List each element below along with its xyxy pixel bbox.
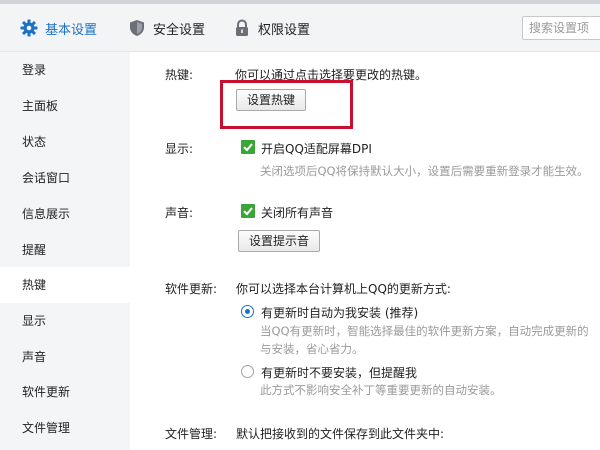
mute-all-checkbox[interactable] [241, 204, 255, 218]
sidebar-item-main-panel[interactable]: 主面板 [0, 88, 130, 124]
set-sound-button[interactable]: 设置提示音 [238, 230, 321, 252]
sidebar-item-login[interactable]: 登录 [0, 52, 130, 88]
tab-label: 基本设置 [45, 22, 98, 38]
auto-install-hint-line2: 与安装，省心省力。 [260, 342, 364, 356]
update-label: 软件更新: [165, 282, 218, 296]
sound-label: 声音: [165, 206, 194, 220]
update-description: 你可以选择本台计算机上QQ的更新方式: [236, 282, 451, 296]
shield-icon [130, 20, 144, 36]
top-tab-bar: 基本设置 安全设置 权限设置 [0, 0, 600, 52]
dpi-checkbox[interactable] [241, 140, 255, 154]
sidebar-item-software-update[interactable]: 软件更新 [0, 374, 130, 410]
dpi-checkbox-label: 开启QQ适配屏幕DPI [261, 142, 372, 156]
auto-install-hint-line1: 当QQ有更新时，智能选择最佳的软件更新方案，自动完成更新的 [260, 324, 589, 338]
tab-security-settings[interactable]: 安全设置 [128, 16, 205, 40]
auto-install-label: 有更新时自动为我安装 (推荐) [261, 306, 419, 320]
sidebar-item-file-management[interactable]: 文件管理 [0, 410, 130, 446]
sidebar-item-info-display[interactable]: 信息展示 [0, 196, 130, 232]
sidebar-item-chat-window[interactable]: 会话窗口 [0, 160, 130, 196]
tab-permission-settings[interactable]: 权限设置 [233, 16, 310, 40]
notify-only-radio[interactable] [241, 365, 254, 378]
auto-install-radio[interactable] [241, 305, 254, 318]
file-management-label: 文件管理: [165, 427, 218, 441]
set-hotkey-button[interactable]: 设置热键 [236, 89, 307, 111]
gear-icon [20, 19, 38, 37]
sidebar-item-status[interactable]: 状态 [0, 124, 130, 160]
display-label: 显示: [165, 142, 194, 156]
sidebar: 登录 主面板 状态 会话窗口 信息展示 提醒 热键 显示 声音 软件更新 文件管… [0, 52, 130, 450]
hotkey-description: 你可以通过点击选择要更改的热键。 [235, 68, 428, 82]
sidebar-item-hotkey[interactable]: 热键 [0, 267, 130, 303]
notify-only-hint: 此方式不影响安全补丁等重要更新的自动安装。 [260, 383, 502, 397]
search-input[interactable] [522, 16, 600, 40]
tab-label: 权限设置 [258, 22, 311, 38]
file-management-description: 默认把接收到的文件保存到此文件夹中: [236, 427, 445, 441]
mute-all-label: 关闭所有声音 [261, 206, 334, 220]
sidebar-item-display[interactable]: 显示 [0, 303, 130, 339]
notify-only-label: 有更新时不要安装，但提醒我 [261, 366, 418, 380]
dpi-hint: 关闭选项后QQ将保持默认大小，设置后需要重新登录才能生效。 [260, 164, 589, 178]
tab-basic-settings[interactable]: 基本设置 [20, 16, 97, 40]
sidebar-item-sound[interactable]: 声音 [0, 339, 130, 375]
tab-label: 安全设置 [153, 22, 206, 38]
sidebar-item-reminder[interactable]: 提醒 [0, 232, 130, 268]
hotkey-label: 热键: [165, 68, 194, 82]
settings-panel: 热键: 你可以通过点击选择要更改的热键。 设置热键 显示: 开启QQ适配屏幕DP… [130, 52, 600, 450]
lock-icon [236, 19, 248, 36]
